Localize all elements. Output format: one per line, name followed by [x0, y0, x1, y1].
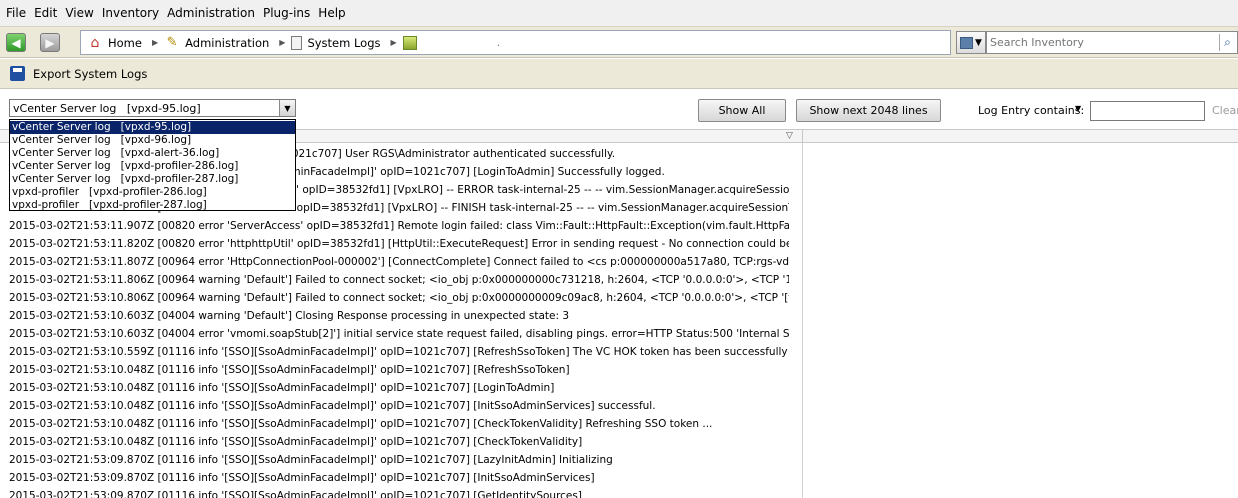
dropdown-option[interactable]: vCenter Server log [vpxd-alert-36.log] — [10, 147, 295, 160]
back-button[interactable]: ◀ — [6, 33, 26, 52]
column-divider[interactable] — [802, 130, 803, 144]
chevron-right-icon[interactable]: ▶ — [391, 38, 397, 47]
dropdown-option[interactable]: vCenter Server log [vpxd-96.log] — [10, 134, 295, 147]
administration-icon: ✎ — [166, 35, 178, 50]
menu-file[interactable]: File — [2, 0, 30, 26]
log-file-select[interactable]: vCenter Server log [vpxd-95.log] ▼ — [9, 99, 296, 117]
vcenter-icon — [402, 35, 417, 50]
log-line: 2015-03-02T21:53:11.807Z [00964 error 'H… — [9, 256, 789, 268]
log-line: 2015-03-02T21:53:10.603Z [04004 error 'v… — [9, 328, 789, 340]
chevron-down-icon: ▼ — [975, 37, 982, 48]
menu-administration[interactable]: Administration — [163, 0, 259, 26]
dropdown-option[interactable]: vCenter Server log [vpxd-profiler-286.lo… — [10, 160, 295, 173]
log-line: 2015-03-02T21:53:10.048Z [01116 info '[S… — [9, 382, 555, 394]
show-all-button[interactable]: Show All — [698, 99, 786, 122]
arrow-right-icon: ▶ — [45, 35, 55, 50]
breadcrumb-administration[interactable]: Administration — [185, 36, 269, 50]
document-icon — [291, 35, 303, 50]
inventory-icon — [960, 36, 974, 49]
chevron-right-icon[interactable]: ▶ — [152, 38, 158, 47]
toolbar: Export System Logs — [0, 59, 1238, 89]
log-file-selected: vCenter Server log [vpxd-95.log] — [13, 101, 201, 115]
log-line: 2015-03-02T21:53:11.907Z [00820 error 'S… — [9, 220, 789, 232]
log-line: 2015-03-02T21:53:10.806Z [00964 warning … — [9, 292, 789, 304]
menu-edit[interactable]: Edit — [30, 0, 61, 26]
save-icon[interactable] — [10, 66, 25, 81]
clear-link[interactable]: Clear — [1212, 104, 1238, 117]
log-line: 2015-03-02T21:53:09.870Z [01116 info '[S… — [9, 490, 582, 498]
log-line: 2015-03-02T21:53:10.048Z [01116 info '[S… — [9, 400, 656, 412]
filter-label: Log Entry contains: — [978, 104, 1085, 117]
chevron-down-icon[interactable]: ▼ — [1075, 104, 1081, 113]
log-line: 2015-03-02T21:53:11.806Z [00964 warning … — [9, 274, 789, 286]
export-system-logs-button[interactable]: Export System Logs — [33, 67, 147, 81]
log-line: 2015-03-02T21:53:11.820Z [00820 error 'h… — [9, 238, 789, 250]
dropdown-option[interactable]: vpxd-profiler [vpxd-profiler-286.log] — [10, 186, 295, 199]
log-line: 2015-03-02T21:53:09.870Z [01116 info '[S… — [9, 454, 613, 466]
breadcrumb-home[interactable]: Home — [108, 36, 142, 50]
menu-bar: File Edit View Inventory Administration … — [0, 0, 1238, 26]
menu-help[interactable]: Help — [314, 0, 349, 26]
search-type-dropdown[interactable]: ▼ — [956, 31, 986, 54]
breadcrumb: ⌂ Home ▶ ✎ Administration ▶ System Logs … — [80, 30, 951, 55]
log-file-dropdown-list: vCenter Server log [vpxd-95.log] vCenter… — [9, 119, 296, 211]
breadcrumb-current[interactable]: . — [497, 36, 501, 49]
log-filter-input[interactable] — [1090, 101, 1205, 121]
dropdown-option[interactable]: vpxd-profiler [vpxd-profiler-287.log] — [10, 199, 295, 212]
menu-view[interactable]: View — [61, 0, 97, 26]
arrow-left-icon: ◀ — [11, 35, 21, 50]
chevron-right-icon[interactable]: ▶ — [279, 38, 285, 47]
dropdown-option[interactable]: vCenter Server log [vpxd-95.log] — [10, 121, 295, 134]
search-icon[interactable]: ⌕ — [1219, 34, 1235, 51]
dropdown-option[interactable]: vCenter Server log [vpxd-profiler-287.lo… — [10, 173, 295, 186]
chevron-down-icon[interactable]: ▼ — [279, 100, 295, 116]
breadcrumb-system-logs[interactable]: System Logs — [307, 36, 380, 50]
sort-arrow-icon: ▽ — [786, 131, 793, 141]
log-line: 2015-03-02T21:53:10.603Z [04004 warning … — [9, 310, 570, 322]
search-input[interactable] — [990, 36, 1220, 49]
navigation-bar: ◀ ▶ ⌂ Home ▶ ✎ Administration ▶ System L… — [0, 26, 1238, 58]
menu-plug-ins[interactable]: Plug-ins — [259, 0, 314, 26]
show-next-lines-button[interactable]: Show next 2048 lines — [796, 99, 941, 122]
log-line: 2015-03-02T21:53:09.870Z [01116 info '[S… — [9, 472, 595, 484]
menu-inventory[interactable]: Inventory — [98, 0, 163, 26]
log-line: 2015-03-02T21:53:10.048Z [01116 info '[S… — [9, 436, 583, 448]
log-line: 2015-03-02T21:53:10.559Z [01116 info '[S… — [9, 346, 789, 358]
log-line: 2015-03-02T21:53:10.048Z [01116 info '[S… — [9, 364, 570, 376]
log-line: 2015-03-02T21:53:10.048Z [01116 info '[S… — [9, 418, 713, 430]
forward-button[interactable]: ▶ — [40, 33, 60, 52]
home-icon: ⌂ — [90, 34, 100, 51]
search-box: ⌕ — [986, 31, 1238, 54]
